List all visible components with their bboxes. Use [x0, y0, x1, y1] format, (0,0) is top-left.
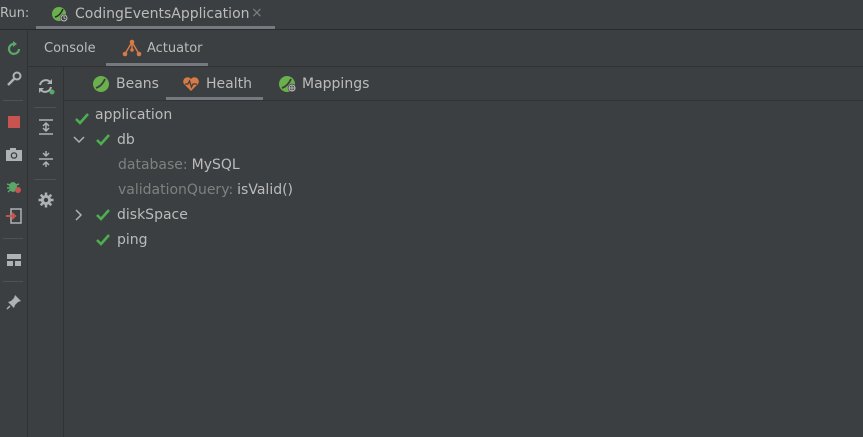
- tree-detail-validation-query[interactable]: validationQuery: isValid(): [118, 177, 293, 202]
- actuator-tab-selected-indicator: [106, 63, 208, 66]
- tab-actuator[interactable]: Actuator: [122, 30, 203, 66]
- wrench-icon[interactable]: [0, 68, 27, 90]
- tree-node-db-label: db: [117, 131, 135, 148]
- detail-key-validation-query: validationQuery:: [118, 181, 234, 198]
- tab-console[interactable]: Console: [44, 30, 96, 66]
- rerun-icon[interactable]: [0, 38, 27, 60]
- settings-icon[interactable]: [28, 188, 63, 212]
- tree-node-db[interactable]: db: [72, 127, 135, 152]
- tab-mappings[interactable]: Mappings: [278, 67, 369, 100]
- expand-all-icon[interactable]: [28, 115, 63, 139]
- tree-node-application-label: application: [95, 106, 173, 123]
- chevron-down-icon[interactable]: [72, 133, 86, 147]
- tree-detail-database[interactable]: database: MySQL: [118, 152, 240, 177]
- tree-node-application[interactable]: application: [74, 102, 172, 127]
- detail-value-validation-query: isValid(): [237, 181, 294, 198]
- run-left-toolbar: [0, 30, 28, 437]
- pin-icon[interactable]: [0, 291, 27, 313]
- run-tab-selected-indicator: [36, 26, 275, 29]
- health-tab-selected-indicator: [166, 97, 263, 100]
- mappings-icon: [278, 75, 298, 93]
- stop-icon[interactable]: [0, 111, 27, 133]
- tab-mappings-label: Mappings: [302, 75, 370, 92]
- close-icon[interactable]: ×: [251, 5, 263, 21]
- tab-console-label: Console: [44, 40, 96, 56]
- debug-bug-icon[interactable]: [0, 175, 27, 197]
- spring-bean-icon: [92, 75, 110, 93]
- actuator-endpoint-tabbar: Beans Health Mappings: [64, 67, 863, 101]
- tab-health[interactable]: Health: [182, 67, 252, 100]
- detail-value-database: MySQL: [191, 156, 240, 173]
- status-up-check-icon: [95, 232, 111, 248]
- exit-icon[interactable]: [0, 205, 27, 227]
- tab-beans-label: Beans: [116, 75, 159, 92]
- run-tab-title[interactable]: CodingEventsApplication: [75, 6, 250, 22]
- detail-key-database: database:: [118, 156, 188, 173]
- camera-icon[interactable]: [0, 143, 27, 165]
- status-up-check-icon: [95, 132, 111, 148]
- health-tree: application db database: MySQL validatio…: [64, 101, 863, 437]
- spring-boot-run-icon: [51, 5, 69, 23]
- chevron-right-icon[interactable]: [72, 208, 86, 222]
- tab-actuator-label: Actuator: [147, 40, 203, 56]
- status-up-check-icon: [95, 207, 111, 223]
- refresh-icon[interactable]: [28, 74, 63, 98]
- health-heart-icon: [182, 75, 200, 93]
- tree-node-disk-space-label: diskSpace: [117, 206, 188, 223]
- run-label: Run:: [0, 6, 30, 21]
- tree-node-disk-space[interactable]: diskSpace: [72, 202, 188, 227]
- tab-beans[interactable]: Beans: [92, 67, 159, 100]
- collapse-all-icon[interactable]: [28, 147, 63, 171]
- layout-icon[interactable]: [0, 249, 27, 271]
- tree-node-ping[interactable]: ping: [95, 227, 148, 252]
- actuator-icon: [122, 39, 142, 57]
- console-actuator-tabbar: Console Actuator: [28, 30, 863, 67]
- tab-health-label: Health: [206, 75, 252, 92]
- status-up-check-icon: [74, 111, 90, 127]
- tree-node-ping-label: ping: [117, 231, 148, 248]
- actuator-side-toolbar: [28, 67, 64, 437]
